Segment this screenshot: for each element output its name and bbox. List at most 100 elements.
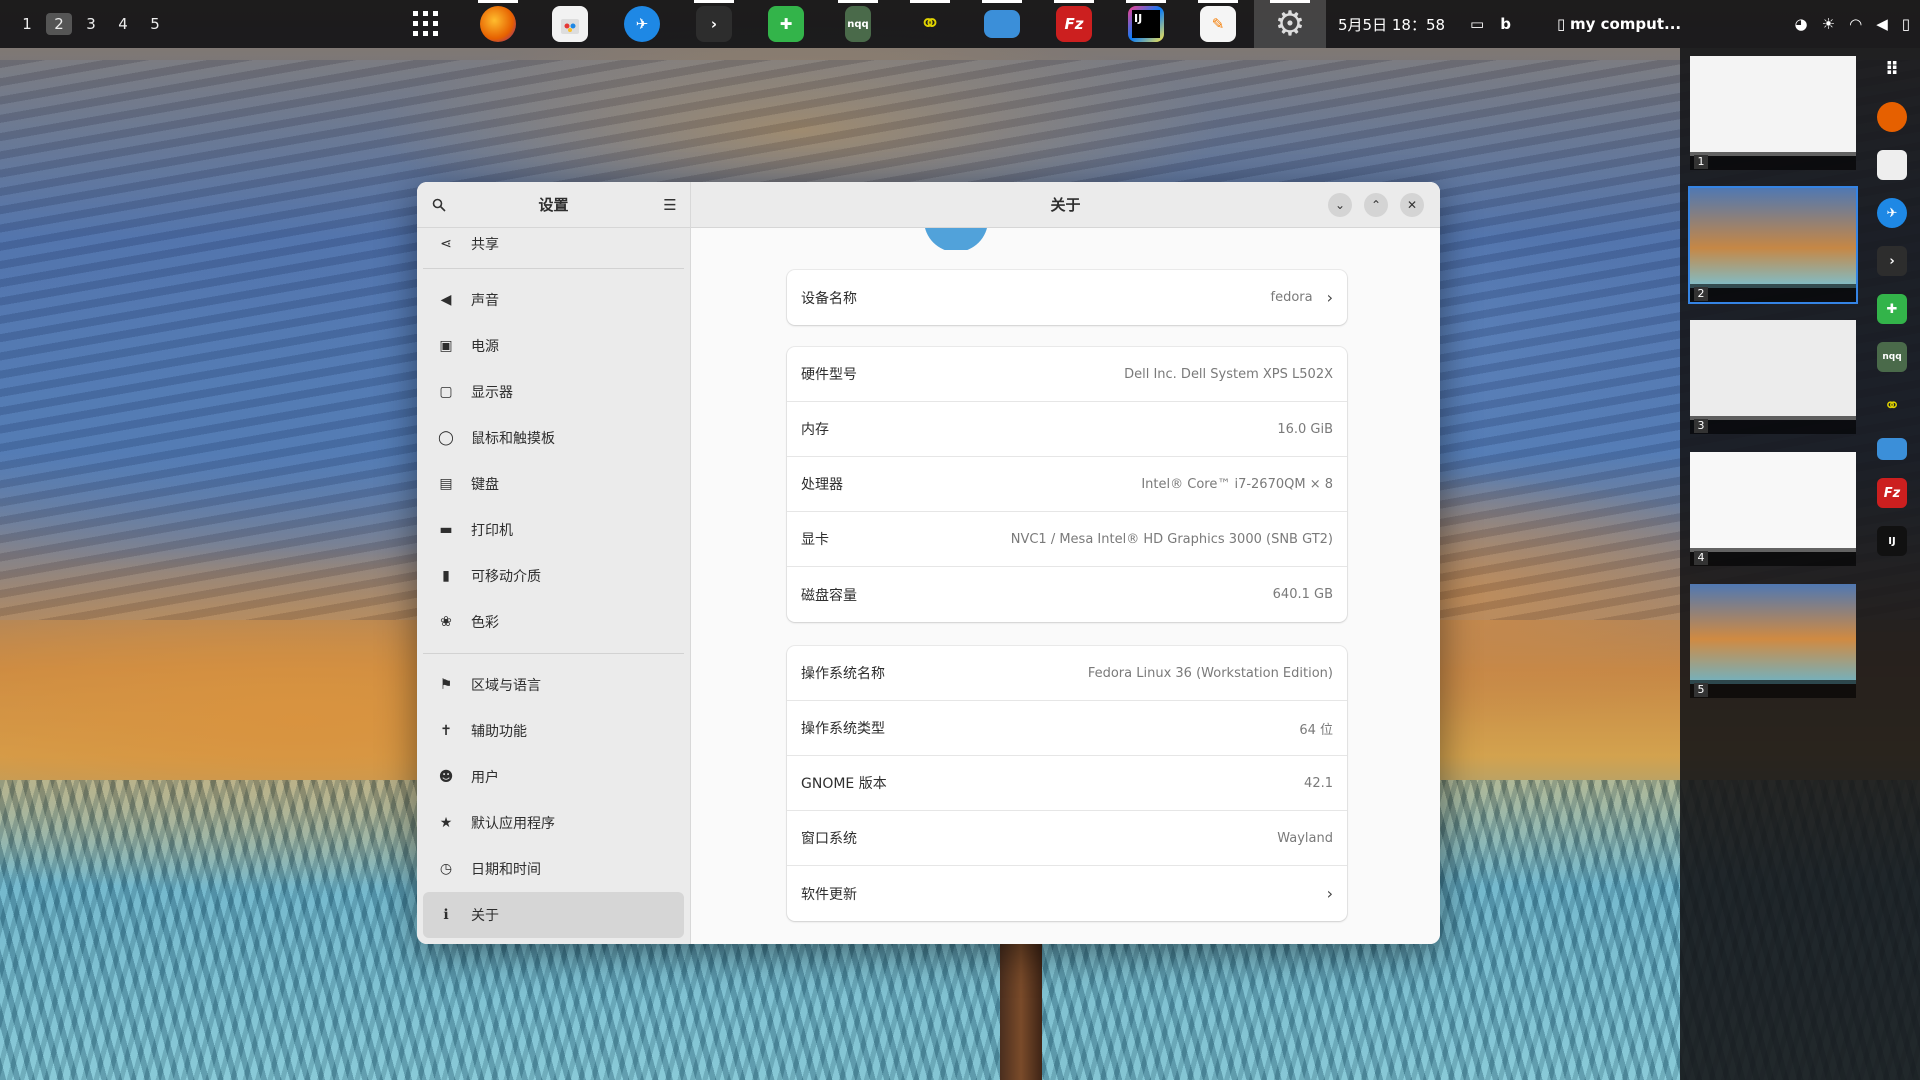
display-icon: ▢	[439, 384, 453, 400]
app-grid-button[interactable]	[390, 0, 462, 48]
software-update-row[interactable]: 软件更新 ›	[787, 866, 1347, 921]
os-name-row: 操作系统名称 Fedora Linux 36 (Workstation Edit…	[787, 646, 1347, 701]
workspace-1[interactable]: 1	[14, 13, 40, 35]
device-name-row[interactable]: 设备名称 fedora ›	[787, 270, 1347, 325]
dock-graph-app[interactable]: ⚭	[894, 0, 966, 48]
dock-terminal[interactable]: ›	[678, 0, 750, 48]
sidebar-item-label: 声音	[471, 293, 499, 309]
battery-icon[interactable]: ▯	[1902, 15, 1910, 33]
sidebar-item-label: 辅助功能	[471, 724, 527, 740]
intellij-icon: IJ	[1128, 6, 1164, 42]
minimize-button[interactable]: ⌄	[1328, 193, 1352, 217]
settings-sidebar: 设置 ☰ ⋖ 共享 ◀ 声音 ▣ 电源 ▢ 显示器 ◯ 鼠标和触摸板 ▤ 键盘 …	[417, 182, 691, 944]
bing-icon[interactable]: b	[1500, 15, 1511, 33]
workspace-5[interactable]: 5	[142, 13, 168, 35]
chevron-up-icon: ⌃	[1370, 198, 1382, 212]
window-title[interactable]: ▯ my comput...	[1557, 15, 1681, 33]
sidebar-item-date-time[interactable]: ◷ 日期和时间	[423, 846, 684, 892]
intellij-icon[interactable]: IJ	[1877, 526, 1907, 556]
browser-icon[interactable]: ✈	[1877, 198, 1907, 228]
clock[interactable]: 5月5日 18：58	[1338, 0, 1445, 48]
brightness-icon[interactable]: ☀	[1822, 15, 1835, 33]
workspace-2[interactable]: 2	[46, 13, 72, 35]
workspace-thumbnails: 1 2 3 4 5	[1688, 54, 1858, 714]
software-store-icon[interactable]	[1877, 150, 1907, 180]
search-button[interactable]	[427, 193, 451, 217]
settings-main: 关于 ⌄ ⌃ ✕ 设备名称 fedora › 硬件型号 Dell Inc. Del…	[691, 182, 1440, 944]
sidebar-item-label: 共享	[471, 237, 499, 253]
dock-text-editor[interactable]: ✎	[1182, 0, 1254, 48]
dock-browser[interactable]: ✈	[606, 0, 678, 48]
dock-nqq[interactable]: nqq	[822, 0, 894, 48]
hardware-model-row: 硬件型号 Dell Inc. Dell System XPS L502X	[787, 347, 1347, 402]
color-icon: ❀	[440, 614, 452, 630]
chevron-down-icon: ⌄	[1334, 198, 1346, 212]
dock-settings[interactable]: ⚙	[1254, 0, 1326, 48]
sidebar-item-sharing[interactable]: ⋖ 共享	[423, 228, 684, 260]
thumbnail-footer	[1690, 680, 1856, 698]
row-value: NVC1 / Mesa Intel® HD Graphics 3000 (SNB…	[1010, 531, 1333, 547]
sidebar-item-users[interactable]: ☻ 用户	[423, 754, 684, 800]
sidebar-item-removable-media[interactable]: ▮ 可移动介质	[423, 553, 684, 599]
app-grid-icon[interactable]: ⠿	[1877, 54, 1907, 84]
dock-software[interactable]	[534, 0, 606, 48]
mouse-icon: ◯	[438, 430, 454, 446]
thumbnail-footer	[1690, 548, 1856, 566]
maximize-button[interactable]: ⌃	[1364, 193, 1388, 217]
sidebar-item-region[interactable]: ⚑ 区域与语言	[423, 662, 684, 708]
sidebar-item-sound[interactable]: ◀ 声音	[423, 277, 684, 323]
sidebar-item-keyboard[interactable]: ▤ 键盘	[423, 461, 684, 507]
disk-capacity-row: 磁盘容量 640.1 GB	[787, 567, 1347, 622]
volume-icon[interactable]: ◀	[1876, 15, 1888, 33]
workspace-thumbnail-3[interactable]: 3	[1688, 318, 1858, 436]
sidebar-item-printers[interactable]: ▬ 打印机	[423, 507, 684, 553]
notepadqq-icon[interactable]: nqq	[1877, 342, 1907, 372]
workspace-thumbnail-2[interactable]: 2	[1688, 186, 1858, 304]
sidebar-item-color[interactable]: ❀ 色彩	[423, 599, 684, 645]
filezilla-icon[interactable]: Fz	[1877, 478, 1907, 508]
dock-intellij[interactable]: IJ	[1110, 0, 1182, 48]
row-label: 设备名称	[801, 290, 857, 307]
chat-icon[interactable]: ◕	[1795, 15, 1808, 33]
puzzle-icon[interactable]: ✚	[1877, 294, 1907, 324]
workspace-3[interactable]: 3	[78, 13, 104, 35]
thumbnail-footer	[1690, 152, 1856, 170]
os-type-row: 操作系统类型 64 位	[787, 701, 1347, 756]
workspace-4[interactable]: 4	[110, 13, 136, 35]
browser-icon: ✈	[624, 6, 660, 42]
row-value: ›	[1327, 884, 1333, 903]
terminal-icon[interactable]: ›	[1877, 246, 1907, 276]
firefox-icon[interactable]	[1877, 102, 1907, 132]
dock-files[interactable]	[966, 0, 1038, 48]
thumbnail-preview	[1690, 56, 1856, 156]
sidebar-item-displays[interactable]: ▢ 显示器	[423, 369, 684, 415]
row-value: 640.1 GB	[1272, 587, 1333, 602]
sidebar-item-default-apps[interactable]: ★ 默认应用程序	[423, 800, 684, 846]
graph-icon[interactable]: ⚭	[1877, 390, 1907, 420]
workspace-thumbnail-5[interactable]: 5	[1688, 582, 1858, 700]
close-button[interactable]: ✕	[1400, 193, 1424, 217]
notifications-icon[interactable]: ▭	[1470, 15, 1484, 33]
sidebar-item-about[interactable]: ℹ 关于	[423, 892, 684, 938]
sidebar-item-mouse[interactable]: ◯ 鼠标和触摸板	[423, 415, 684, 461]
terminal-icon: ›	[696, 6, 732, 42]
folder-icon[interactable]	[1877, 438, 1907, 460]
thumbnail-number: 3	[1694, 419, 1708, 433]
menu-button[interactable]: ☰	[658, 193, 682, 217]
dock-filezilla[interactable]: Fz	[1038, 0, 1110, 48]
dock-firefox[interactable]	[462, 0, 534, 48]
clock-icon: ◷	[439, 861, 453, 877]
wifi-icon[interactable]: ◠	[1849, 15, 1862, 33]
app-grid-icon	[413, 11, 438, 36]
windowing-system-row: 窗口系统 Wayland	[787, 811, 1347, 866]
top-dock: ✈ › ✚ nqq ⚭ Fz IJ ✎ ⚙	[390, 0, 1326, 48]
sidebar-item-power[interactable]: ▣ 电源	[423, 323, 684, 369]
workspace-thumbnail-1[interactable]: 1	[1688, 54, 1858, 172]
thumbnail-number: 1	[1694, 155, 1708, 169]
row-value: 16.0 GiB	[1277, 421, 1333, 437]
workspace-thumbnail-4[interactable]: 4	[1688, 450, 1858, 568]
processor-row: 处理器 Intel® Core™ i7-2670QM × 8	[787, 457, 1347, 512]
sidebar-separator	[423, 268, 684, 269]
dock-extensions[interactable]: ✚	[750, 0, 822, 48]
sidebar-item-accessibility[interactable]: ✝ 辅助功能	[423, 708, 684, 754]
